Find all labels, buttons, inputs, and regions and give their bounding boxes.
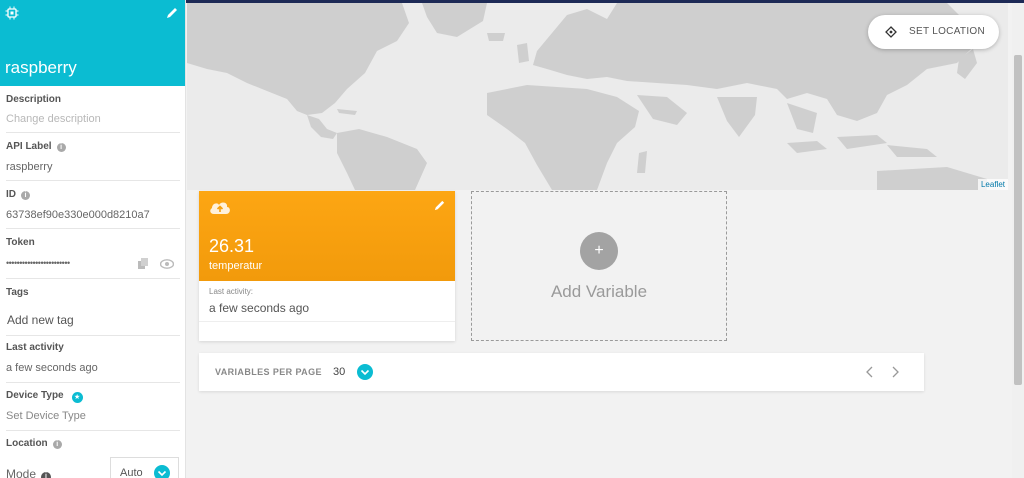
device-type-input[interactable]: Set Device Type — [6, 410, 86, 422]
last-activity-field: Last activity a few seconds ago — [0, 338, 185, 386]
variables-per-page-label: VARIABLES PER PAGE — [215, 367, 322, 377]
divider — [6, 180, 180, 181]
token-label: Token — [6, 237, 35, 248]
mode-label: Mode i — [6, 467, 52, 478]
divider — [6, 382, 180, 383]
map-attribution-link[interactable]: Leaflet — [977, 179, 1008, 190]
tags-field: Tags Add new tag — [0, 280, 185, 338]
add-variable-label: Add Variable — [550, 282, 648, 301]
device-sidebar: raspberry Description Change description… — [0, 0, 186, 478]
eye-icon[interactable] — [160, 259, 174, 269]
set-location-button[interactable]: SET LOCATION — [868, 15, 999, 49]
device-type-field: Device Type ★ Set Device Type — [0, 386, 185, 434]
set-location-label: SET LOCATION — [909, 26, 986, 37]
divider — [199, 321, 455, 322]
description-label: Description — [6, 94, 62, 105]
info-icon[interactable]: i — [41, 472, 52, 478]
device-type-label: Device Type ★ — [6, 390, 83, 403]
mode-value: Auto — [120, 467, 143, 478]
last-activity-label: Last activity — [6, 342, 64, 353]
api-label-input[interactable]: raspberry — [6, 161, 52, 173]
edit-device-pencil-icon[interactable] — [165, 6, 179, 20]
api-label-field: API Label i raspberry — [0, 134, 185, 182]
info-icon[interactable]: i — [56, 143, 66, 152]
variable-last-activity-label: Last activity: — [209, 287, 254, 296]
divider — [6, 132, 180, 133]
page-scrollbar[interactable] — [1012, 3, 1024, 478]
previous-page-icon[interactable] — [864, 365, 876, 379]
variable-card[interactable]: 26.31 temperatur Last activity: a few se… — [199, 191, 455, 341]
next-page-icon[interactable] — [889, 365, 901, 379]
chevron-down-icon[interactable] — [357, 364, 373, 380]
info-icon[interactable]: i — [21, 191, 30, 200]
token-value: •••••••••••••••••••••••• — [6, 258, 70, 268]
tags-label: Tags — [6, 287, 29, 298]
token-field: Token •••••••••••••••••••••••• — [0, 230, 185, 280]
variables-per-page-value[interactable]: 30 — [333, 366, 345, 378]
last-activity-value: a few seconds ago — [6, 362, 98, 374]
divider — [6, 430, 180, 431]
plus-icon: + — [580, 232, 618, 270]
id-value: 63738ef90e330e000d8210a7 — [6, 209, 150, 221]
id-field: ID i 63738ef90e330e000d8210a7 — [0, 182, 185, 230]
mode-select[interactable]: Auto — [110, 457, 179, 478]
pagination-bar: VARIABLES PER PAGE 30 — [199, 353, 924, 391]
api-label-label: API Label i — [6, 141, 66, 152]
crosshair-icon — [885, 26, 897, 38]
chip-icon — [5, 6, 19, 20]
variable-name: temperatur — [209, 260, 263, 272]
description-field: Description Change description — [0, 86, 185, 134]
id-label: ID i — [6, 189, 30, 200]
divider — [6, 335, 180, 336]
device-header: raspberry — [0, 0, 185, 86]
info-icon[interactable]: i — [52, 440, 62, 449]
variable-last-activity-value: a few seconds ago — [209, 301, 310, 315]
add-variable-button[interactable]: + Add Variable — [471, 191, 727, 341]
variable-value: 26.31 — [209, 236, 255, 256]
divider — [6, 228, 180, 229]
chevron-down-icon — [154, 465, 170, 478]
description-input[interactable]: Change description — [6, 113, 101, 125]
divider — [6, 278, 180, 279]
location-label: Location i — [6, 438, 62, 449]
edit-variable-pencil-icon[interactable] — [433, 199, 446, 212]
token-actions — [138, 258, 178, 270]
copy-icon[interactable] — [138, 258, 149, 270]
device-name[interactable]: raspberry — [5, 58, 77, 78]
cloud-upload-icon — [210, 202, 230, 214]
star-icon: ★ — [71, 392, 83, 403]
scrollbar-thumb[interactable] — [1014, 55, 1022, 385]
variable-card-header: 26.31 temperatur — [199, 191, 455, 281]
add-tag-input[interactable]: Add new tag — [7, 313, 74, 327]
